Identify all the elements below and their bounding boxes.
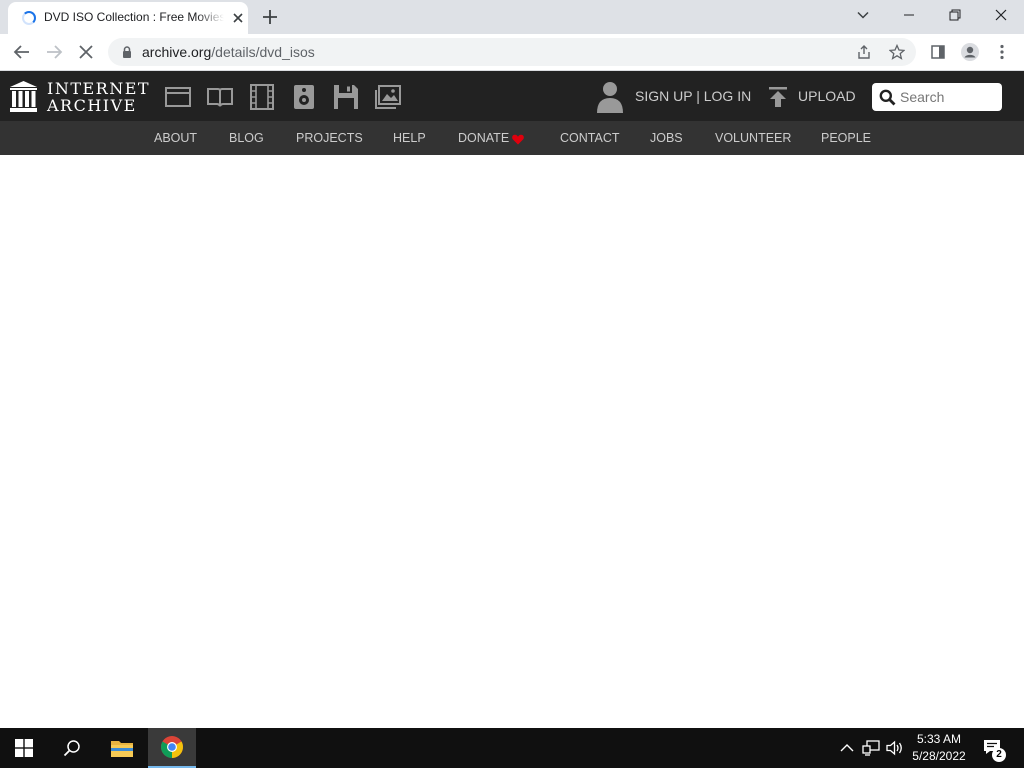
tray-chevron-up-icon[interactable] [838, 740, 856, 756]
images-icon[interactable] [375, 84, 401, 110]
nav-projects[interactable]: PROJECTS [296, 131, 363, 145]
signup-login-link[interactable]: SIGN UP | LOG IN [635, 88, 751, 104]
ia-top-bar: INTERNET ARCHIVE SIGN UP | LOG IN UPLOAD [0, 71, 1024, 121]
stop-loading-icon[interactable] [74, 40, 98, 64]
network-icon[interactable] [862, 740, 880, 756]
lock-icon[interactable] [120, 45, 134, 59]
ia-logo-text: INTERNET ARCHIVE [47, 80, 150, 114]
page-content-area [0, 155, 1024, 728]
nav-about[interactable]: ABOUT [154, 131, 197, 145]
url-path: /details/dvd_isos [211, 44, 315, 60]
browser-toolbar: archive.org/details/dvd_isos [0, 34, 1024, 71]
restore-icon[interactable] [932, 0, 978, 30]
side-panel-icon[interactable] [926, 40, 950, 64]
ia-logo-line1: INTERNET [47, 79, 151, 98]
browser-tab[interactable]: DVD ISO Collection : Free Movies : Free … [8, 2, 248, 34]
tab-title: DVD ISO Collection : Free Movies : Free … [44, 10, 224, 24]
browser-tab-strip: DVD ISO Collection : Free Movies : Free … [0, 0, 1024, 34]
nav-volunteer[interactable]: VOLUNTEER [715, 131, 791, 145]
ia-search-box[interactable] [872, 83, 1002, 111]
chrome-menu-icon[interactable] [990, 40, 1014, 64]
ia-logo-line2: ARCHIVE [47, 96, 137, 115]
clock-date[interactable]: 5/28/2022 [905, 749, 973, 763]
audio-icon[interactable] [291, 84, 317, 110]
address-bar[interactable]: archive.org/details/dvd_isos [108, 38, 916, 66]
nav-jobs[interactable]: JOBS [650, 131, 683, 145]
tab-search-icon[interactable] [840, 0, 886, 30]
back-icon[interactable] [10, 40, 34, 64]
video-icon[interactable] [249, 84, 275, 110]
volume-icon[interactable] [886, 740, 904, 756]
search-icon[interactable] [879, 89, 896, 106]
nav-people[interactable]: PEOPLE [821, 131, 871, 145]
user-account-icon[interactable] [596, 81, 624, 113]
texts-icon[interactable] [207, 84, 233, 110]
notification-count-badge: 2 [992, 748, 1006, 762]
chrome-taskbar-icon[interactable] [148, 728, 196, 768]
file-explorer-icon[interactable] [98, 728, 146, 768]
ia-logo[interactable]: INTERNET ARCHIVE [10, 79, 150, 115]
signup-link[interactable]: SIGN UP [635, 88, 692, 104]
nav-donate[interactable]: DONATE [458, 131, 509, 145]
upload-link[interactable]: UPLOAD [798, 88, 856, 104]
nav-blog[interactable]: BLOG [229, 131, 264, 145]
web-icon[interactable] [165, 84, 191, 110]
forward-icon[interactable] [42, 40, 66, 64]
nav-contact[interactable]: CONTACT [560, 131, 620, 145]
loading-spinner-icon [22, 11, 36, 25]
donate-heart-icon[interactable] [512, 132, 524, 145]
close-window-icon[interactable] [978, 0, 1024, 30]
minimize-icon[interactable] [886, 0, 932, 30]
windows-start-icon[interactable] [0, 728, 48, 768]
url-host: archive.org [142, 44, 212, 60]
nav-help[interactable]: HELP [393, 131, 426, 145]
taskbar-search-icon[interactable] [48, 728, 96, 768]
upload-icon[interactable] [768, 86, 788, 108]
login-link[interactable]: LOG IN [704, 88, 751, 104]
clock-time[interactable]: 5:33 AM [905, 732, 973, 746]
tab-close-icon[interactable] [230, 10, 246, 26]
ia-building-logo-icon [10, 81, 37, 112]
signup-login-separator: | [696, 88, 700, 104]
share-icon[interactable] [856, 44, 872, 60]
new-tab-icon[interactable] [260, 7, 280, 27]
profile-avatar-icon[interactable] [958, 40, 982, 64]
software-icon[interactable] [333, 84, 359, 110]
search-input[interactable] [900, 86, 996, 108]
url-text[interactable]: archive.org/details/dvd_isos [142, 44, 315, 60]
windows-taskbar: 5:33 AM 5/28/2022 [0, 728, 1024, 768]
bookmark-star-icon[interactable] [888, 43, 906, 60]
